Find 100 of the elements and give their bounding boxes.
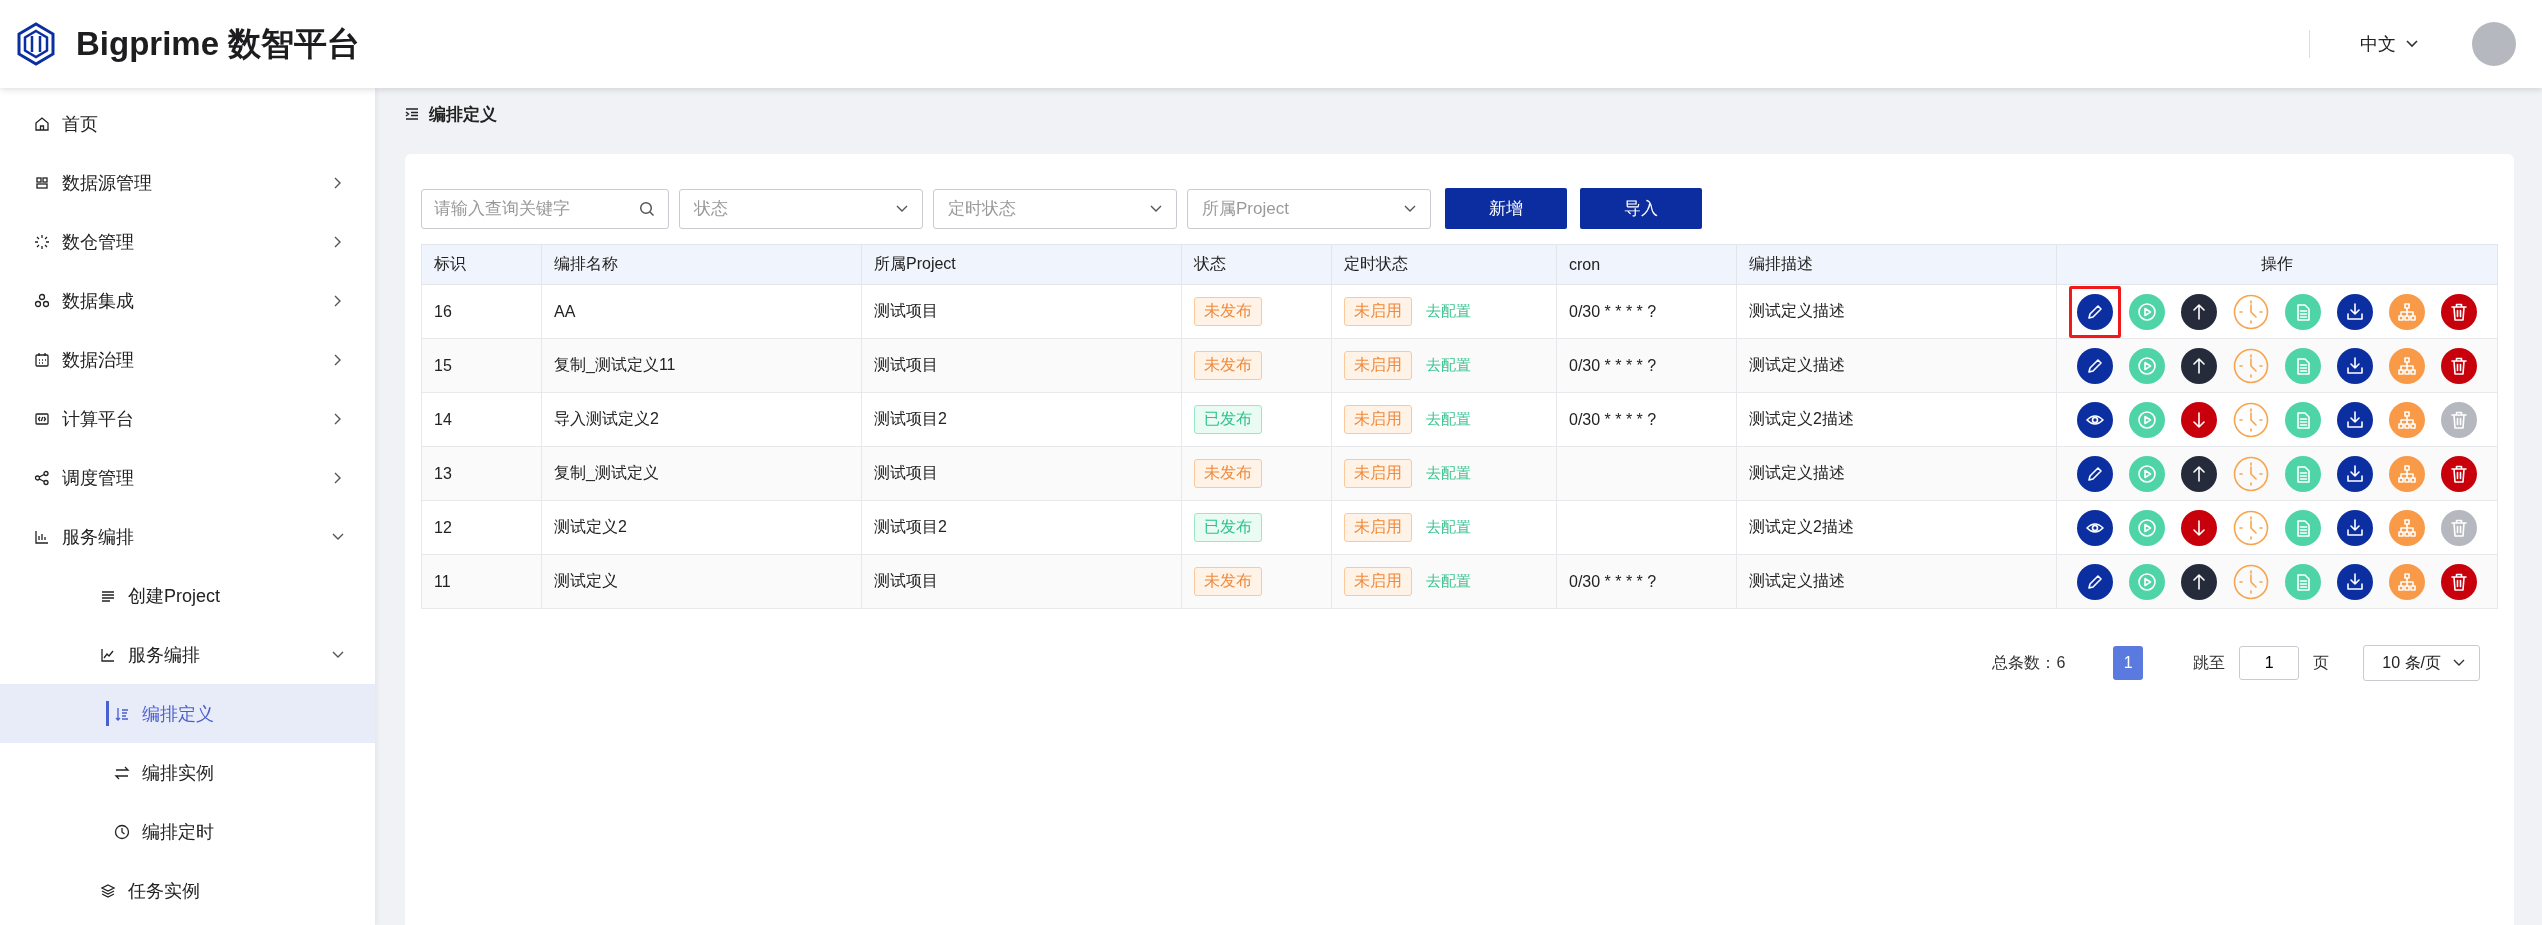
timer-status-tag: 未启用 xyxy=(1344,351,1412,380)
primary-button[interactable]: 导入 xyxy=(1580,188,1702,229)
page-input[interactable]: 1 xyxy=(2239,646,2300,680)
language-dropdown[interactable]: 中文 xyxy=(2356,28,2422,60)
brand-title: Bigprime 数智平台 xyxy=(76,23,361,64)
sidebar-item[interactable]: 编排实例 xyxy=(0,743,375,802)
page-unit-label: 页 xyxy=(2313,652,2330,673)
status-tag: 未发布 xyxy=(1194,351,1262,380)
document-icon xyxy=(2285,347,2321,384)
play-icon xyxy=(2129,455,2165,492)
table-cell: 14 xyxy=(421,392,542,447)
chevron-down-icon xyxy=(2453,659,2465,667)
status-tag: 未发布 xyxy=(1194,567,1262,596)
status-tag: 未发布 xyxy=(1194,297,1262,326)
search-icon xyxy=(639,200,655,217)
hierarchy-icon xyxy=(2389,563,2425,600)
table-cell: 11 xyxy=(421,554,542,609)
sidebar-item-label: 服务编排 xyxy=(62,525,135,549)
document-icon xyxy=(2285,293,2321,330)
blocks-icon xyxy=(34,174,50,191)
timer-status-tag: 未启用 xyxy=(1344,459,1412,488)
pencil-icon xyxy=(2077,563,2113,600)
table-cell: 导入测试定义2 xyxy=(541,392,862,447)
clock-icon xyxy=(114,823,130,840)
pencil-icon xyxy=(2077,293,2113,330)
sidebar-item[interactable]: 任务实例 xyxy=(0,861,375,920)
sidebar-item[interactable]: 服务编排 xyxy=(0,625,375,684)
code-icon xyxy=(34,410,50,427)
trash-icon xyxy=(2441,563,2477,600)
sidebar-item-label: 数仓管理 xyxy=(62,230,135,254)
home-icon xyxy=(34,115,50,132)
column-header: 所属Project xyxy=(861,244,1182,285)
column-header: 编排描述 xyxy=(1736,244,2057,285)
sidebar-item[interactable]: 编排定义 xyxy=(0,684,375,743)
trash-icon xyxy=(2441,509,2477,546)
sidebar-item-label: 编排定义 xyxy=(142,702,215,726)
page-title: 编排定义 xyxy=(429,103,497,126)
hierarchy-icon xyxy=(2389,509,2425,546)
status-tag: 已发布 xyxy=(1194,513,1262,542)
table-cell: 测试定义2描述 xyxy=(1736,500,2057,555)
sidebar-item[interactable]: 服务编排 xyxy=(0,507,375,566)
calendar-icon xyxy=(34,351,50,368)
table-cell: 15 xyxy=(421,338,542,393)
trash-icon xyxy=(2441,401,2477,438)
column-header: 编排名称 xyxy=(541,244,862,285)
page-size-dropdown[interactable]: 10 条/页 xyxy=(2363,645,2480,681)
layers-icon xyxy=(100,882,116,899)
table-cell: 复制_测试定义 xyxy=(541,446,862,501)
table-cell: 测试定义描述 xyxy=(1736,338,2057,393)
trash-icon xyxy=(2441,455,2477,492)
sidebar-item[interactable]: 数仓管理 xyxy=(0,212,375,271)
hierarchy-icon xyxy=(2389,455,2425,492)
clock-icon xyxy=(2233,293,2269,330)
column-header: 状态 xyxy=(1181,244,1332,285)
sidebar-item[interactable]: 计算平台 xyxy=(0,389,375,448)
primary-button[interactable]: 新增 xyxy=(1445,188,1567,229)
trash-icon xyxy=(2441,293,2477,330)
table-cell: 13 xyxy=(421,446,542,501)
table-cell: 测试定义2描述 xyxy=(1736,392,2057,447)
column-header: 操作 xyxy=(2056,244,2498,285)
sidebar-item[interactable]: 编排定时 xyxy=(0,802,375,861)
sidebar-item-label: 数据源管理 xyxy=(62,171,153,195)
circles-icon xyxy=(34,292,50,309)
hierarchy-icon xyxy=(2389,293,2425,330)
timer-status-tag: 未启用 xyxy=(1344,405,1412,434)
column-header: cron xyxy=(1556,244,1737,285)
eye-icon xyxy=(2077,509,2113,546)
sidebar-item[interactable]: 首页 xyxy=(0,94,375,153)
sidebar-item-label: 任务实例 xyxy=(128,879,201,903)
search-field[interactable]: 请输入查询关键字 xyxy=(421,188,669,229)
action-button[interactable] xyxy=(2069,285,2121,338)
download-icon xyxy=(2337,563,2373,600)
sidebar-item-label: 首页 xyxy=(62,112,99,136)
sort-icon xyxy=(114,705,130,722)
document-icon xyxy=(2285,455,2321,492)
hexagon-logo-icon xyxy=(16,22,56,66)
page-button[interactable]: 1 xyxy=(2113,646,2144,680)
line-chart-icon xyxy=(100,646,116,663)
avatar[interactable] xyxy=(2472,22,2516,66)
hierarchy-icon xyxy=(2389,401,2425,438)
timer-status-tag: 未启用 xyxy=(1344,297,1412,326)
column-header: 定时状态 xyxy=(1331,244,1557,285)
chevron-down-icon xyxy=(1404,204,1416,213)
download-icon xyxy=(2337,347,2373,384)
chevron-down-icon xyxy=(1150,204,1162,213)
clock-icon xyxy=(2233,347,2269,384)
sidebar-item-label: 创建Project xyxy=(128,584,222,608)
table-cell: 12 xyxy=(421,500,542,555)
clock-icon xyxy=(2233,509,2269,546)
sidebar-item[interactable]: 数据集成 xyxy=(0,271,375,330)
sidebar-item[interactable]: 数据源管理 xyxy=(0,153,375,212)
pencil-icon xyxy=(2077,455,2113,492)
sidebar-item[interactable]: 调度管理 xyxy=(0,448,375,507)
table-cell: 0/30 * * * * ? xyxy=(1569,302,1657,320)
sidebar-item[interactable]: 数据治理 xyxy=(0,330,375,389)
eye-icon xyxy=(2077,401,2113,438)
sidebar-item[interactable]: 创建Project xyxy=(0,566,375,625)
sidebar-item-label: 服务编排 xyxy=(128,643,201,667)
table-cell: 测试项目2 xyxy=(861,392,1182,447)
download-icon xyxy=(2337,293,2373,330)
